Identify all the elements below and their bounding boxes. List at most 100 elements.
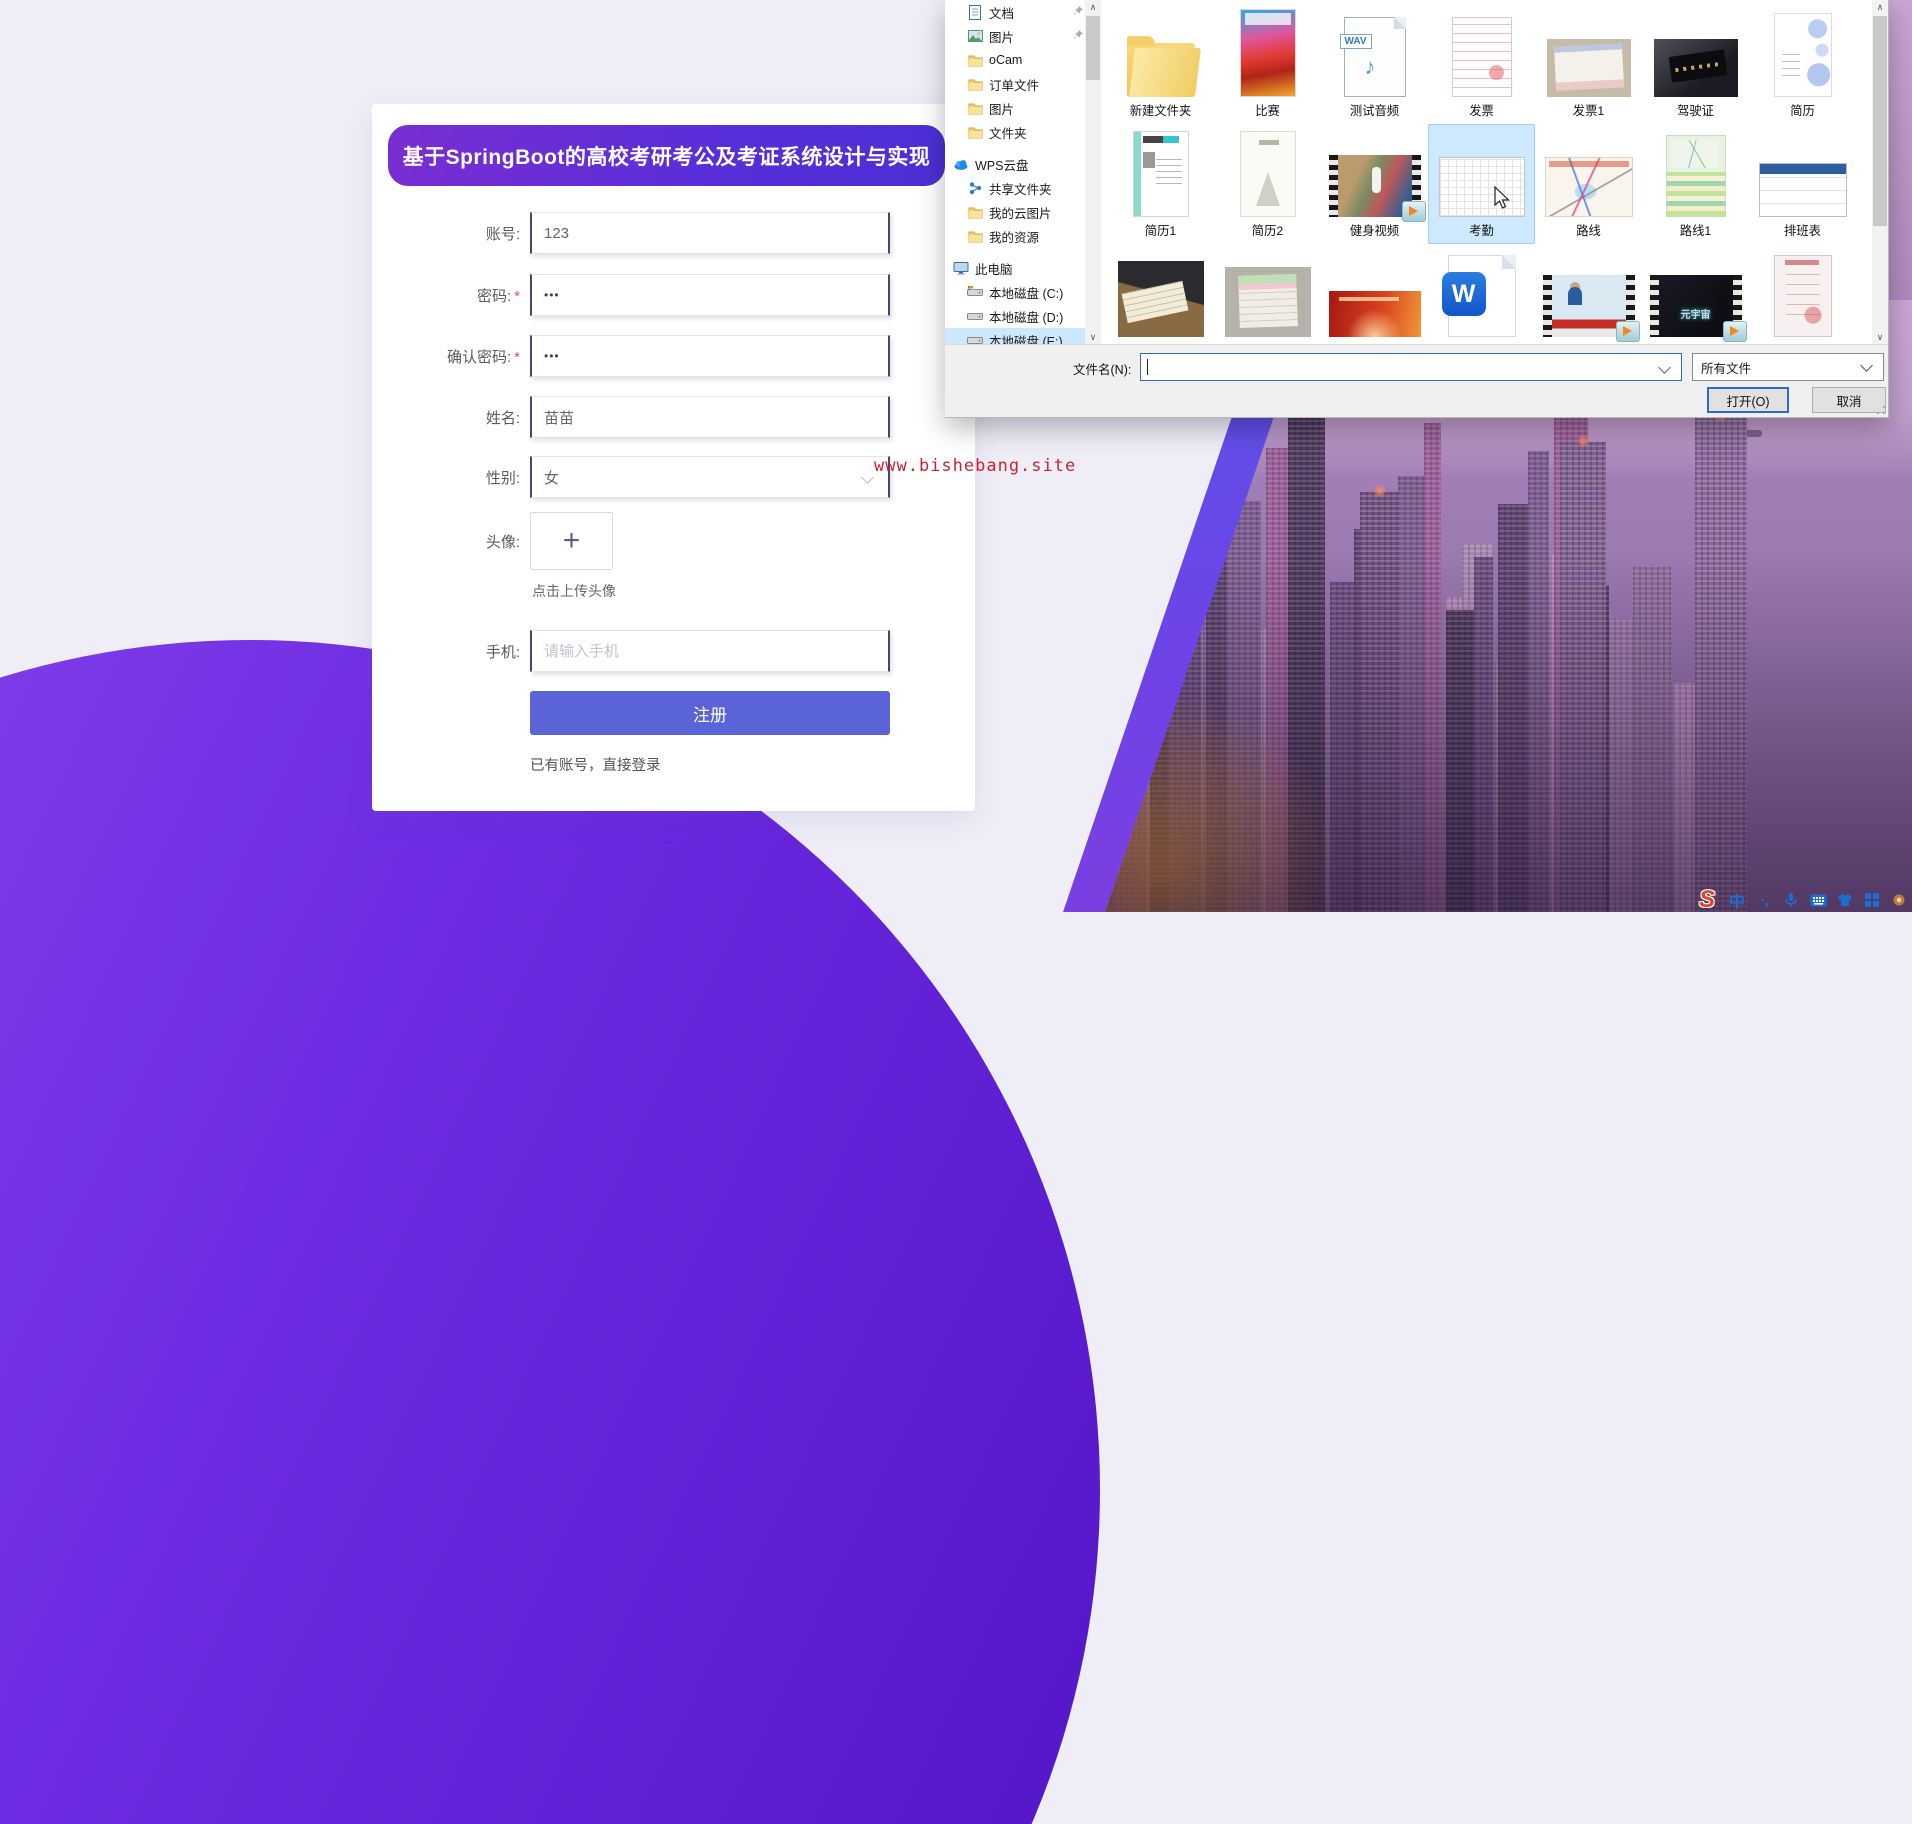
scroll-up-icon[interactable]: ∧: [1085, 0, 1101, 15]
file-item[interactable]: 驾驶证: [1642, 4, 1749, 124]
file-name-label: 考勤: [1469, 224, 1494, 238]
resize-grip[interactable]: [1876, 405, 1886, 415]
file-item[interactable]: W: [1428, 244, 1535, 345]
file-open-dialog: 文档 图片 oCam 订单文件 图片 文件夹 WPS云盘 共享文件夹 我的云图片 我的资源 此电脑本…: [945, 0, 1889, 418]
file-thumbnail-word: W: [1441, 255, 1516, 337]
sidebar-item[interactable]: 图片: [945, 96, 1085, 120]
file-thumbnail-video-news: [1542, 275, 1640, 342]
gender-select[interactable]: 女: [530, 456, 890, 498]
file-item[interactable]: 简历1: [1107, 124, 1214, 244]
chevron-down-icon: [861, 470, 874, 484]
scroll-down-icon[interactable]: ∨: [1872, 330, 1888, 345]
scrollbar-thumb[interactable]: [1086, 16, 1100, 80]
ime-taskbar: S 中 ·,: [1694, 886, 1909, 913]
cancel-button[interactable]: 取消: [1812, 387, 1886, 413]
scrollbar-thumb[interactable]: [1873, 16, 1887, 226]
filetype-dropdown[interactable]: 所有文件: [1692, 353, 1884, 381]
sidebar-item[interactable]: 文件夹: [945, 120, 1085, 144]
file-item[interactable]: WAV ♪ 测试音频: [1321, 4, 1428, 124]
name-input[interactable]: [530, 396, 890, 438]
scroll-up-icon[interactable]: ∧: [1872, 0, 1888, 15]
settings-icon[interactable]: [1889, 890, 1909, 910]
sidebar-item[interactable]: 此电脑: [945, 256, 1085, 280]
file-item[interactable]: [1535, 244, 1642, 345]
sidebar-item[interactable]: 我的资源: [945, 224, 1085, 248]
watermark-text: www.bishebang.site: [874, 456, 1077, 476]
gender-value: 女: [544, 469, 560, 487]
file-thumbnail-photo-receipt: [1224, 267, 1311, 337]
filelist-scrollbar[interactable]: ∧ ∨: [1872, 0, 1888, 345]
avatar-upload-box[interactable]: +: [530, 512, 613, 570]
mouse-cursor: [1494, 186, 1510, 209]
sidebar-item[interactable]: 本地磁盘 (E:): [945, 328, 1085, 345]
file-thumbnail-resume-photo: [1132, 131, 1189, 217]
file-item[interactable]: 简历2: [1214, 124, 1321, 244]
sidebar-item[interactable]: 文档: [945, 0, 1085, 24]
sidebar-item[interactable]: WPS云盘: [945, 152, 1085, 176]
sogou-logo[interactable]: S: [1694, 886, 1720, 913]
name-label: 姓名:: [485, 409, 520, 427]
file-item[interactable]: [1214, 244, 1321, 345]
sidebar-item[interactable]: 共享文件夹: [945, 176, 1085, 200]
phone-input[interactable]: [530, 630, 890, 672]
file-thumbnail-wav: WAV ♪: [1339, 17, 1406, 97]
video-title-text: 元宇宙: [1680, 309, 1711, 321]
sidebar-item[interactable]: 本地磁盘 (D:): [945, 304, 1085, 328]
file-item[interactable]: 路线: [1535, 124, 1642, 244]
file-item[interactable]: 考勤: [1428, 124, 1535, 244]
file-item[interactable]: 健身视频: [1321, 124, 1428, 244]
chinese-mode-icon[interactable]: 中: [1727, 890, 1747, 911]
pic-icon: [967, 28, 983, 44]
file-item[interactable]: 简历: [1749, 4, 1856, 124]
pc-icon: [953, 260, 969, 276]
share-icon: [967, 180, 983, 196]
file-thumbnail-video-gym: [1328, 155, 1426, 222]
password-label: 密码:: [476, 287, 512, 305]
sidebar-scrollbar[interactable]: ∧ ∨: [1085, 0, 1101, 345]
file-thumbnail-photo-desk: [1117, 261, 1204, 337]
plus-icon: +: [562, 524, 581, 557]
doc-icon: [967, 4, 983, 20]
keyboard-icon[interactable]: [1808, 890, 1828, 910]
account-input[interactable]: [530, 212, 890, 254]
sidebar-item[interactable]: oCam: [945, 48, 1085, 72]
text-caret: [1147, 359, 1148, 375]
punctuation-icon[interactable]: ·,: [1754, 890, 1774, 910]
filename-input[interactable]: [1140, 353, 1682, 381]
file-item[interactable]: 发票1: [1535, 4, 1642, 124]
sidebar-item[interactable]: 我的云图片: [945, 200, 1085, 224]
sidebar-item[interactable]: 订单文件: [945, 72, 1085, 96]
file-thumbnail-photo-invoice: [1546, 39, 1631, 97]
gender-label: 性别:: [485, 469, 520, 487]
scroll-down-icon[interactable]: ∨: [1085, 330, 1101, 345]
toolbox-icon[interactable]: [1862, 890, 1882, 910]
file-thumbnail-map: [1544, 157, 1633, 217]
file-item[interactable]: 新建文件夹: [1107, 4, 1214, 124]
file-thumbnail-video-dark: 元宇宙: [1649, 275, 1747, 342]
file-item[interactable]: 排班表: [1749, 124, 1856, 244]
file-item[interactable]: [1749, 244, 1856, 345]
password-input[interactable]: [530, 274, 890, 316]
sidebar-item-label: 我的云图片: [989, 206, 1052, 221]
confirm-password-input[interactable]: [530, 335, 890, 377]
file-item[interactable]: 元宇宙: [1642, 244, 1749, 345]
file-item[interactable]: 路线1: [1642, 124, 1749, 244]
mic-icon[interactable]: [1781, 890, 1801, 910]
sidebar-item[interactable]: 图片: [945, 24, 1085, 48]
folder-icon: [967, 76, 983, 92]
file-item[interactable]: 比赛: [1214, 4, 1321, 124]
file-item[interactable]: [1107, 244, 1214, 345]
cloud-icon: [953, 156, 969, 172]
file-item[interactable]: [1321, 244, 1428, 345]
open-button[interactable]: 打开(O): [1707, 387, 1789, 413]
file-item[interactable]: 发票: [1428, 4, 1535, 124]
register-button[interactable]: 注册: [530, 691, 890, 735]
building-silhouette: [1040, 712, 1056, 912]
filetype-value: 所有文件: [1701, 361, 1752, 376]
folder-icon: [967, 100, 983, 116]
login-link[interactable]: 已有账号，直接登录: [530, 754, 661, 775]
sidebar-item[interactable]: 本地磁盘 (C:): [945, 280, 1085, 304]
chevron-down-icon[interactable]: [1658, 361, 1671, 374]
skin-icon[interactable]: [1835, 890, 1855, 910]
gender-row: 性别: 女: [372, 456, 890, 498]
